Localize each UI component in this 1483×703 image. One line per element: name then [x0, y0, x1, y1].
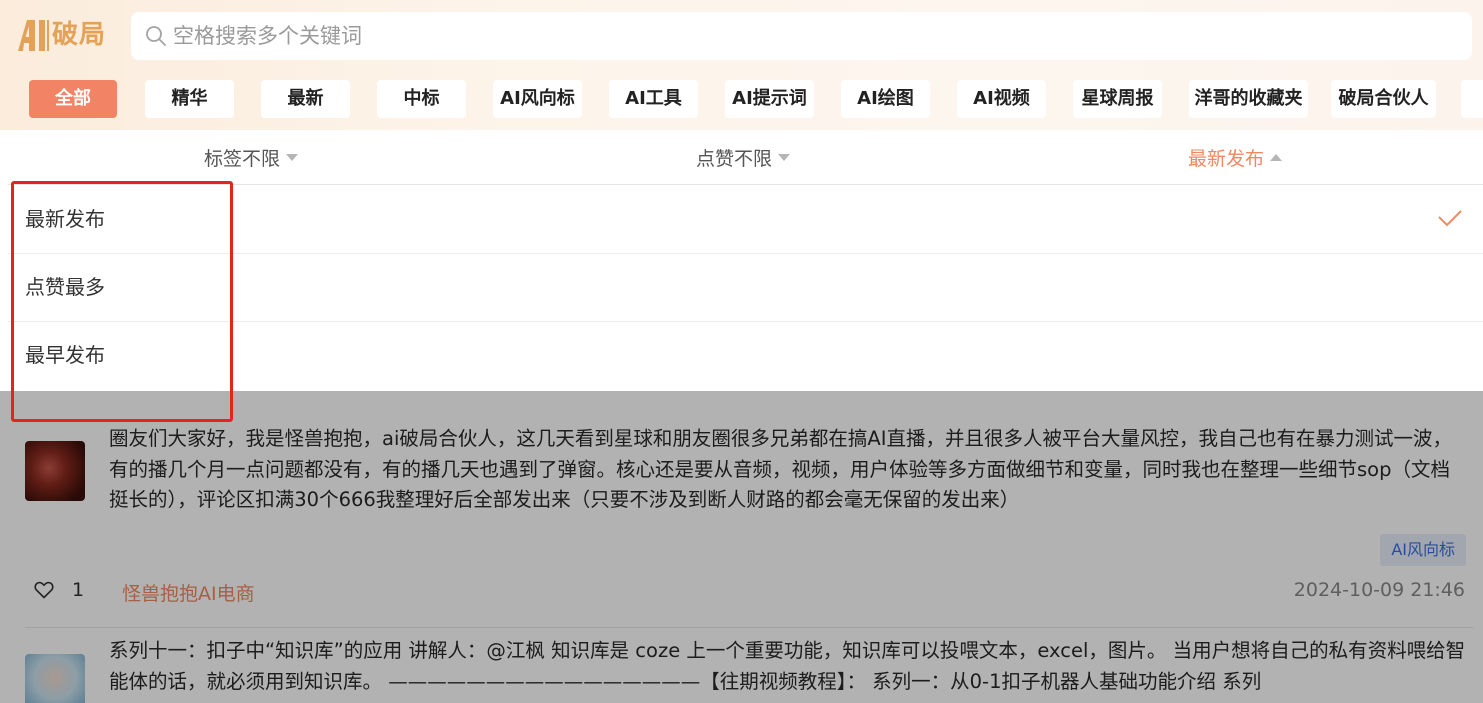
- tab-all[interactable]: 全部: [29, 80, 117, 118]
- tab-favorites[interactable]: 洋哥的收藏夹: [1189, 80, 1308, 118]
- filter-bar: 标签不限 点赞不限 最新发布: [8, 130, 1483, 185]
- caret-down-icon: [286, 154, 299, 161]
- search-icon: [146, 26, 166, 46]
- sort-option-newest[interactable]: 最新发布: [8, 186, 1483, 254]
- tab-latest[interactable]: 最新: [261, 80, 350, 118]
- sort-option-oldest[interactable]: 最早发布: [8, 322, 1483, 390]
- caret-up-icon: [1270, 154, 1283, 161]
- tab-ai-prompts[interactable]: AI提示词: [725, 80, 814, 118]
- filter-tag-label: 标签不限: [204, 148, 281, 170]
- filter-likes-label: 点赞不限: [696, 148, 773, 170]
- sort-option-most-liked[interactable]: 点赞最多: [8, 254, 1483, 322]
- filter-tag[interactable]: 标签不限: [204, 130, 299, 185]
- top-header: 破局 全部 精华 最新 中标 AI风向标 AI工具 AI提示词 AI绘图 AI视…: [0, 0, 1483, 130]
- sort-dropdown: 最新发布 点赞最多 最早发布: [8, 186, 1483, 391]
- caret-down-icon: [778, 154, 791, 161]
- sort-option-label: 最新发布: [25, 207, 105, 231]
- sort-option-label: 最早发布: [25, 343, 105, 367]
- brand-name: 破局: [52, 20, 107, 50]
- category-tabs: 全部 精华 最新 中标 AI风向标 AI工具 AI提示词 AI绘图 AI视频 星…: [29, 80, 1483, 118]
- tab-featured[interactable]: 精华: [145, 80, 234, 118]
- search-input[interactable]: [173, 12, 1472, 60]
- tab-bid[interactable]: 中标: [377, 80, 466, 118]
- tab-ai-drawing[interactable]: AI绘图: [841, 80, 930, 118]
- tab-partners[interactable]: 破局合伙人: [1331, 80, 1436, 118]
- tab-weekly[interactable]: 星球周报: [1073, 80, 1162, 118]
- filter-sort[interactable]: 最新发布: [1188, 130, 1283, 185]
- check-icon: [1438, 210, 1462, 227]
- tab-ai-video[interactable]: AI视频: [957, 80, 1046, 118]
- brand-logo-mark-icon: [18, 20, 49, 51]
- modal-dim-overlay[interactable]: [0, 391, 1483, 703]
- sort-option-label: 点赞最多: [25, 275, 105, 299]
- filter-sort-label: 最新发布: [1188, 148, 1265, 170]
- filter-likes[interactable]: 点赞不限: [696, 130, 791, 185]
- brand-logo[interactable]: 破局: [16, 17, 106, 53]
- tab-ai-trends[interactable]: AI风向标: [493, 80, 582, 118]
- search-box[interactable]: [131, 12, 1472, 60]
- tab-more[interactable]: [1461, 80, 1483, 118]
- tab-ai-tools[interactable]: AI工具: [609, 80, 698, 118]
